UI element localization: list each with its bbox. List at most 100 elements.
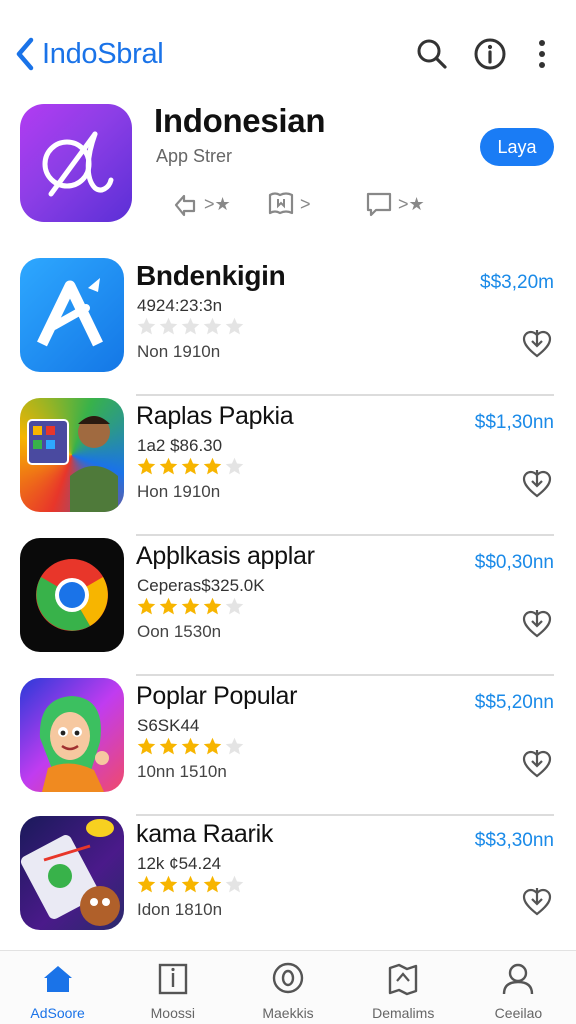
app-list-item[interactable]: Bndenkigin 4924:23:3n Non 1910n $$3,20m (0, 258, 576, 396)
app-size: Hon 1910n (137, 482, 221, 501)
tab-badge[interactable]: Maekkis (230, 951, 345, 1024)
star-filled-icon (159, 737, 178, 755)
app-price: $$1,30nn (474, 412, 554, 433)
star-filled-icon (203, 737, 222, 755)
app-list-item[interactable]: Raplas Papkia 1a2 $86.30 Hon 1910n $$1,3… (0, 398, 576, 536)
star-filled-icon (159, 875, 178, 893)
info-button[interactable] (472, 36, 508, 72)
star-filled-icon (181, 737, 200, 755)
person-icon (503, 963, 534, 995)
search-icon (417, 39, 447, 69)
star-empty-icon (137, 317, 156, 335)
share-action-label: >★ (204, 193, 231, 214)
download-button[interactable] (520, 326, 554, 360)
app-meta: 12k ¢54.24 (137, 854, 222, 873)
app-meta: 1a2 $86.30 (137, 436, 223, 455)
tab-label: AdSoore (30, 1005, 85, 1021)
app-size: Oon 1530n (137, 622, 222, 641)
search-button[interactable] (414, 36, 450, 72)
app-name: Poplar Popular (136, 682, 298, 710)
star-empty-icon (181, 317, 200, 335)
download-button[interactable] (520, 884, 554, 918)
app-size: Non 1910n (137, 342, 221, 361)
cartoon-character-icon (20, 678, 124, 792)
download-heart-icon (522, 470, 552, 498)
tab-map[interactable]: Demalims (346, 951, 461, 1024)
star-rating (136, 456, 245, 478)
chevron-left-icon (16, 37, 34, 71)
row-divider (136, 394, 554, 396)
download-heart-icon (522, 888, 552, 916)
star-filled-icon (181, 457, 200, 475)
star-empty-icon (225, 875, 244, 893)
tab-documents[interactable]: Moossi (115, 951, 230, 1024)
home-icon (43, 966, 72, 992)
star-filled-icon (137, 737, 156, 755)
tab-bar: AdSoore Moossi Maekkis Demalims Ceeilao (0, 950, 576, 1024)
script-logo-icon (42, 131, 114, 197)
bookmark-action-label: > (300, 193, 311, 214)
star-filled-icon (137, 875, 156, 893)
star-filled-icon (159, 597, 178, 615)
download-button[interactable] (520, 466, 554, 500)
app-list-item[interactable]: kama Raarik 12k ¢54.24 Idon 1810n $$3,30… (0, 816, 576, 954)
app-price: $$3,20m (480, 272, 554, 293)
star-empty-icon (225, 597, 244, 615)
app-list-item[interactable]: Apþlkasis applar Ceperas$325.0K Oon 1530… (0, 538, 576, 676)
back-button[interactable]: IndoSbral (12, 32, 164, 76)
back-label: IndoSbral (42, 37, 164, 70)
star-filled-icon (181, 597, 200, 615)
star-filled-icon (137, 457, 156, 475)
more-vertical-icon (539, 40, 545, 68)
comment-action[interactable]: >★ (364, 186, 425, 222)
app-meta: S6SK44 (137, 716, 200, 735)
featured-app-subtitle: App Strer (156, 146, 233, 166)
get-button[interactable]: Laya (480, 128, 554, 166)
row-divider (136, 534, 554, 536)
featured-actions: >★ > >★ (170, 186, 470, 222)
comment-icon (366, 192, 392, 217)
download-heart-icon (522, 330, 552, 358)
app-name: Bndenkigin (136, 260, 286, 291)
tab-home[interactable]: AdSoore (0, 951, 115, 1024)
download-heart-icon (522, 610, 552, 638)
app-name: Raplas Papkia (136, 402, 294, 430)
star-filled-icon (137, 597, 156, 615)
badge-icon (272, 962, 304, 994)
person-game-icon (20, 398, 124, 512)
top-bar: IndoSbral (0, 0, 576, 100)
app-size: 10nn 1510n (137, 762, 227, 781)
phone-game-icon (20, 816, 124, 930)
star-rating (136, 596, 245, 618)
app-size: Idon 1810n (137, 900, 223, 919)
star-rating (136, 316, 245, 338)
star-empty-icon (203, 317, 222, 335)
app-list-item[interactable]: Poplar Popular S6SK44 10nn 1510n $$5,20n… (0, 678, 576, 816)
row-divider (136, 674, 554, 676)
star-empty-icon (225, 457, 244, 475)
document-icon (158, 963, 187, 995)
star-empty-icon (225, 317, 244, 335)
app-meta: Ceperas$325.0K (137, 576, 265, 595)
app-meta: 4924:23:3n (137, 296, 223, 315)
featured-app-icon[interactable] (20, 104, 132, 222)
comment-action-label: >★ (398, 193, 425, 214)
star-filled-icon (203, 597, 222, 615)
download-button[interactable] (520, 746, 554, 780)
bookmark-action[interactable]: > (266, 186, 311, 222)
star-filled-icon (203, 457, 222, 475)
share-action[interactable]: >★ (170, 186, 231, 222)
star-filled-icon (159, 457, 178, 475)
app-price: $$3,30nn (474, 830, 554, 851)
tab-profile[interactable]: Ceeilao (461, 951, 576, 1024)
star-rating (136, 736, 245, 758)
star-rating (136, 874, 245, 896)
bookmark-icon (268, 192, 294, 215)
more-button[interactable] (524, 36, 560, 72)
app-price: $$5,20nn (474, 692, 554, 713)
a-logo-icon (20, 258, 124, 372)
info-icon (474, 38, 506, 70)
download-button[interactable] (520, 606, 554, 640)
star-filled-icon (181, 875, 200, 893)
app-price: $$0,30nn (474, 552, 554, 573)
